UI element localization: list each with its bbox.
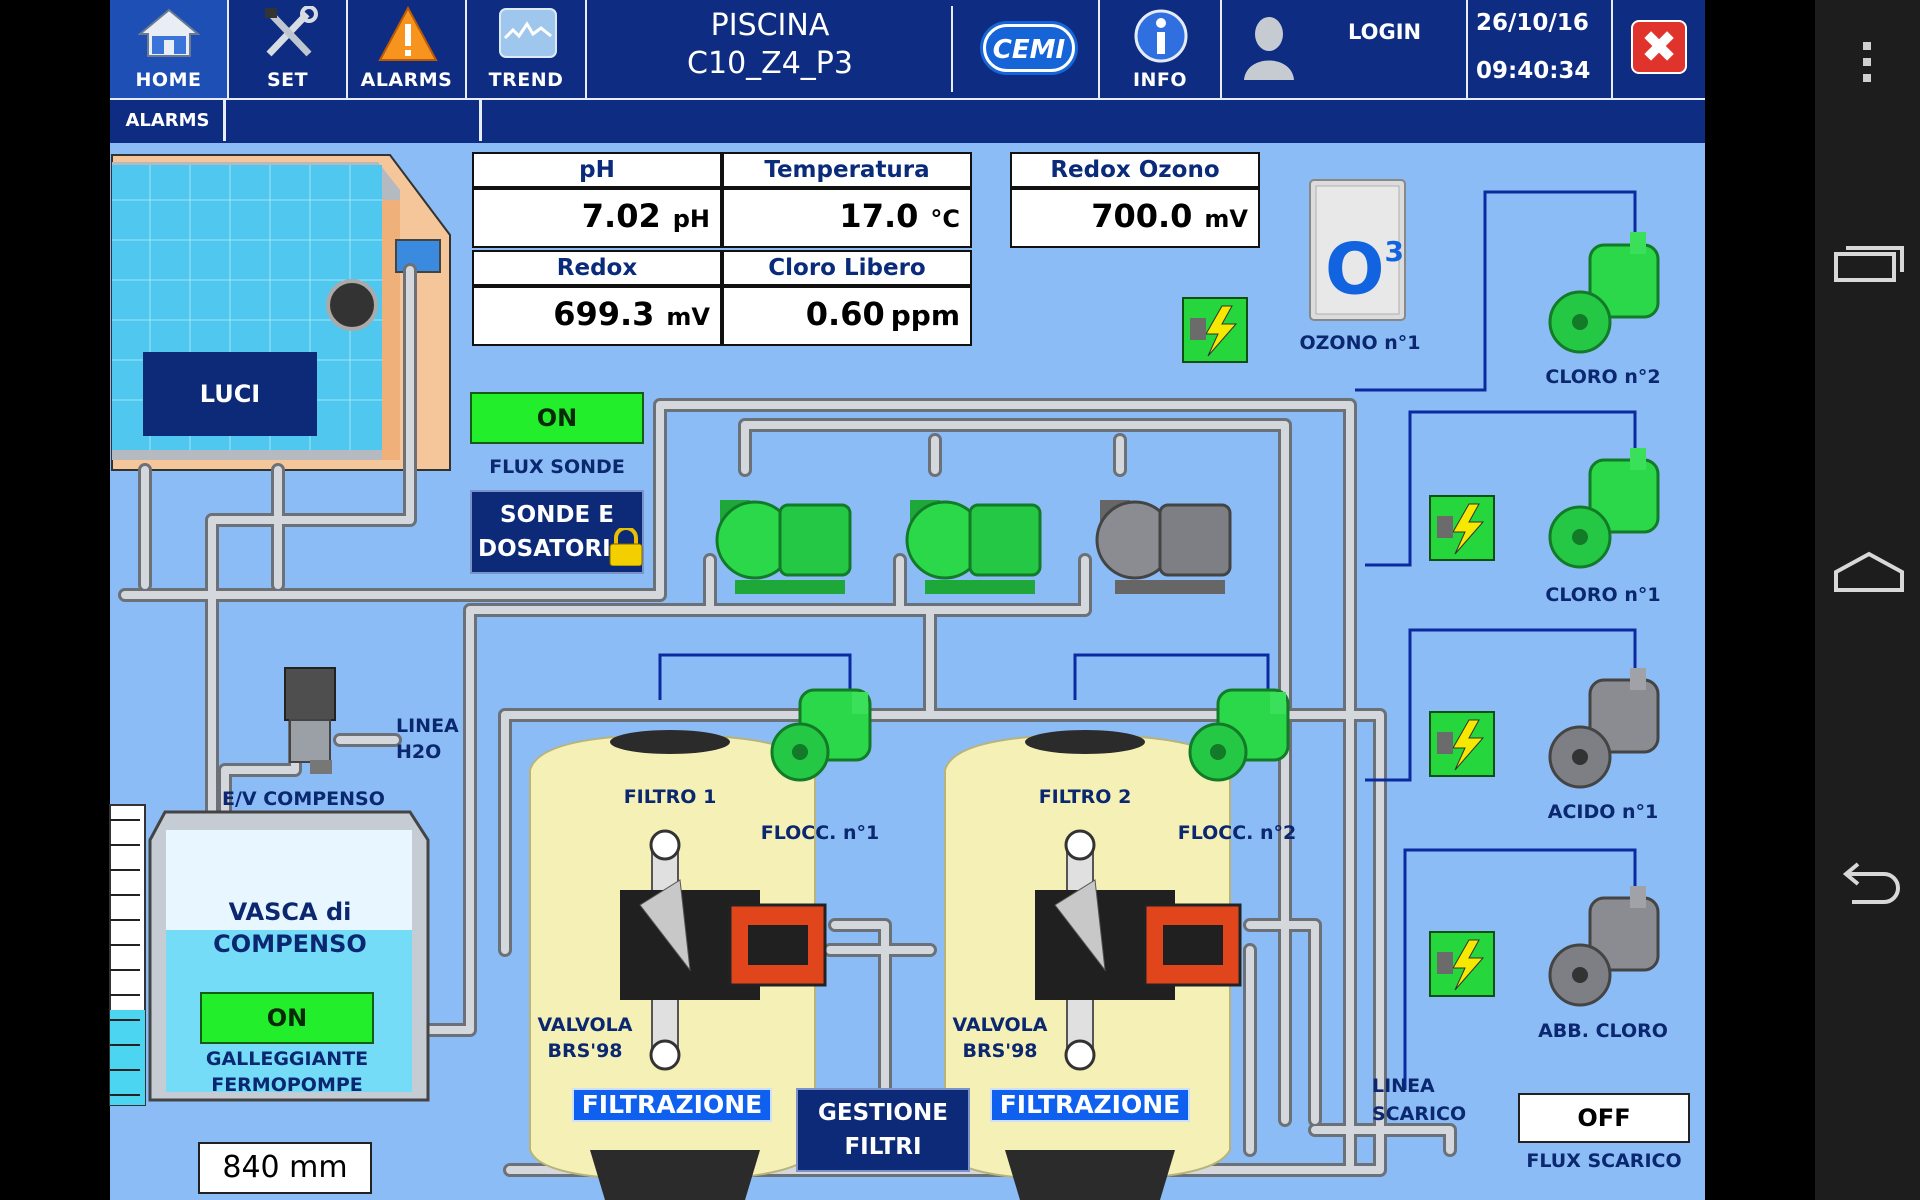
flux-scarico-label: FLUX SCARICO: [1526, 1150, 1682, 1172]
flux-scarico-status: OFF: [1518, 1093, 1690, 1143]
cloro1-label: CLORO n°1: [1545, 584, 1661, 606]
solenoid-valve: [284, 667, 336, 774]
ozone-symbol: O3: [1325, 228, 1404, 311]
pump-1: [715, 500, 852, 594]
filtrazione2-button[interactable]: FILTRAZIONE: [990, 1088, 1190, 1122]
redox-label: Redox: [472, 250, 722, 286]
redox-unit: mV: [666, 303, 710, 331]
redox-ozono-value: 700.0: [1091, 197, 1193, 235]
flocc1-label: FLOCC. n°1: [760, 822, 880, 844]
temperatura-value-box: 17.0 °C: [722, 188, 972, 248]
gestione-filtri-button[interactable]: GESTIONE FILTRI: [796, 1088, 970, 1172]
flocc-pump-1: [770, 688, 872, 782]
linea-h2o-label: LINEA H2O: [396, 715, 459, 763]
flocc-pump-2: [1188, 688, 1290, 782]
acido1-label: ACIDO n°1: [1547, 801, 1659, 823]
ph-value: 7.02: [581, 197, 661, 235]
ev-compenso-label: E/V COMPENSO: [222, 788, 385, 810]
cloro-libero-label: Cloro Libero: [722, 250, 972, 286]
overflow-menu-icon[interactable]: [1859, 42, 1875, 88]
pump-3: [1095, 500, 1232, 594]
cloro2-label: CLORO n°2: [1545, 366, 1661, 388]
abb-cloro-label: ABB. CLORO: [1538, 1020, 1668, 1042]
vasca-title: VASCA di COMPENSO: [213, 898, 367, 958]
linea-scarico-label: LINEA SCARICO: [1372, 1075, 1467, 1125]
galleggiante-status: ON: [200, 992, 374, 1044]
cloro2-pump: [1548, 232, 1660, 354]
temperatura-unit: °C: [930, 205, 960, 233]
cloro1-pump: [1548, 448, 1660, 569]
vasca-level: 840 mm: [198, 1142, 372, 1194]
valvola2-label: VALVOLA BRS'98: [952, 1014, 1048, 1062]
filtrazione1-button[interactable]: FILTRAZIONE: [572, 1088, 772, 1122]
home-nav-icon[interactable]: [1832, 550, 1906, 594]
redox-ozono-label: Redox Ozono: [1010, 152, 1260, 188]
redox-value: 699.3: [553, 295, 655, 333]
back-icon[interactable]: [1832, 862, 1906, 906]
ph-label: pH: [472, 152, 722, 188]
filtro1-label: FILTRO 1: [623, 786, 717, 808]
abb-cloro-pump: [1548, 886, 1660, 1007]
luci-button[interactable]: LUCI: [143, 352, 317, 436]
cloro-libero-value-box: 0.60 ppm: [722, 286, 972, 346]
filtro2-label: FILTRO 2: [1038, 786, 1132, 808]
ph-value-box: 7.02 pH: [472, 188, 722, 248]
cloro-libero-value: 0.60: [805, 295, 885, 333]
flocc2-label: FLOCC. n°2: [1177, 822, 1297, 844]
acido1-pump: [1548, 668, 1660, 789]
galleggiante-label: GALLEGGIANTE FERMOPOMPE: [205, 1048, 369, 1096]
android-nav-bar: [1815, 0, 1920, 1200]
valvola1-label: VALVOLA BRS'98: [537, 1014, 633, 1062]
pump-2: [905, 500, 1042, 594]
temperatura-label: Temperatura: [722, 152, 972, 188]
ph-unit: pH: [672, 205, 710, 233]
temperatura-value: 17.0: [839, 197, 919, 235]
lock-icon: [609, 528, 643, 566]
redox-ozono-unit: mV: [1204, 205, 1248, 233]
flux-sonde-label: FLUX SONDE: [489, 456, 625, 478]
cloro-libero-unit: ppm: [890, 299, 960, 332]
redox-value-box: 699.3 mV: [472, 286, 722, 346]
ozono-label: OZONO n°1: [1299, 332, 1421, 354]
redox-ozono-value-box: 700.0 mV: [1010, 188, 1260, 248]
flux-sonde-status: ON: [470, 392, 644, 444]
recent-apps-icon[interactable]: [1832, 240, 1906, 284]
